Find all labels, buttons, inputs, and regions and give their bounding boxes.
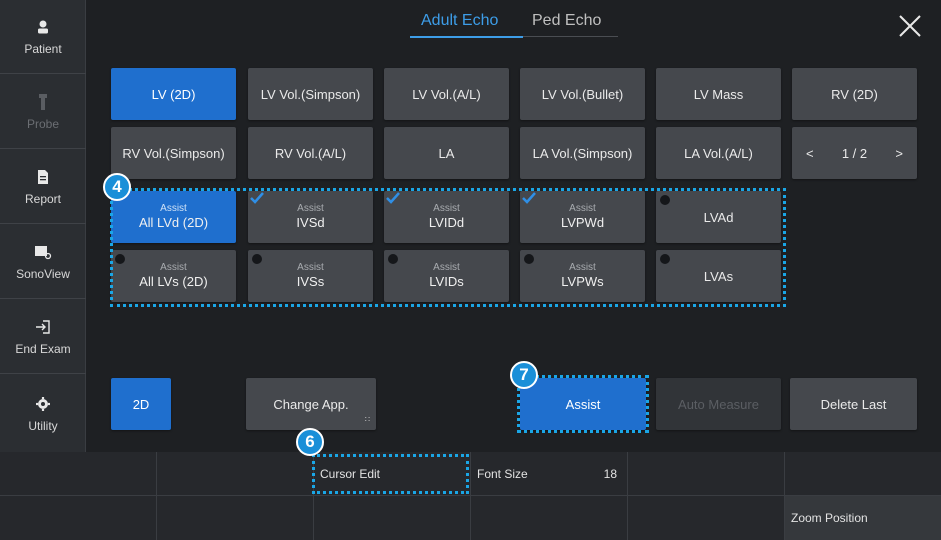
lv-vol-simpson-button[interactable]: LV Vol.(Simpson) xyxy=(248,68,373,120)
soft-key-empty[interactable] xyxy=(157,496,314,540)
probe-icon xyxy=(34,93,52,111)
page-navigator: < 1 / 2 > xyxy=(792,127,917,179)
sidebar-item-label: Report xyxy=(24,191,62,206)
prev-page-button[interactable]: < xyxy=(806,146,814,161)
sidebar-item-patient[interactable]: Patient xyxy=(0,0,86,74)
tab-active-indicator xyxy=(410,36,523,38)
font-size-key[interactable]: Font Size 18 xyxy=(471,452,628,496)
sidebar-item-label: Patient xyxy=(24,41,62,56)
highlight-box-assist xyxy=(517,375,649,433)
person-icon xyxy=(34,18,52,36)
soft-key-empty[interactable] xyxy=(314,496,471,540)
sidebar-item-label: SonoView xyxy=(16,266,70,281)
soft-key-empty[interactable] xyxy=(628,496,785,540)
close-icon[interactable] xyxy=(895,11,925,41)
soft-key-panel: Cursor Edit Font Size 18 Zoom Position xyxy=(0,452,941,540)
la-vol-simpson-button[interactable]: LA Vol.(Simpson) xyxy=(520,127,645,179)
sidebar-item-report[interactable]: Report xyxy=(0,150,86,224)
callout-badge-7: 7 xyxy=(510,361,538,389)
lv-2d-button[interactable]: LV (2D) xyxy=(111,68,236,120)
mode-2d-button[interactable]: 2D xyxy=(111,378,171,430)
exit-icon xyxy=(34,318,52,336)
sidebar-item-probe: Probe xyxy=(0,75,86,149)
la-button[interactable]: LA xyxy=(384,127,509,179)
font-size-value: 18 xyxy=(603,466,617,481)
tab-ped-echo[interactable]: Ped Echo xyxy=(532,12,601,36)
grip-icon: ∷ xyxy=(364,415,370,424)
sidebar-item-label: Probe xyxy=(26,116,60,131)
soft-key-empty[interactable] xyxy=(628,452,785,496)
soft-key-empty[interactable] xyxy=(471,496,628,540)
change-app-label: Change App. xyxy=(273,396,349,412)
lv-vol-bullet-button[interactable]: LV Vol.(Bullet) xyxy=(520,68,645,120)
document-icon xyxy=(34,168,52,186)
sidebar-item-label: Utility xyxy=(28,418,58,433)
sidebar-item-utility[interactable]: Utility xyxy=(0,375,86,452)
soft-key-empty[interactable] xyxy=(0,496,157,540)
zoom-position-label: Zoom Position xyxy=(791,511,868,525)
tab-adult-echo[interactable]: Adult Echo xyxy=(421,12,498,36)
rv-vol-simpson-button[interactable]: RV Vol.(Simpson) xyxy=(111,127,236,179)
soft-key-empty[interactable] xyxy=(785,452,941,496)
soft-key-empty[interactable] xyxy=(0,452,157,496)
delete-last-button[interactable]: Delete Last xyxy=(790,378,917,430)
sidebar-item-end-exam[interactable]: End Exam xyxy=(0,300,86,374)
la-vol-al-button[interactable]: LA Vol.(A/L) xyxy=(656,127,781,179)
lv-mass-button[interactable]: LV Mass xyxy=(656,68,781,120)
lv-vol-al-button[interactable]: LV Vol.(A/L) xyxy=(384,68,509,120)
rv-vol-al-button[interactable]: RV Vol.(A/L) xyxy=(248,127,373,179)
sidebar-item-label: End Exam xyxy=(15,341,71,356)
rv-2d-button[interactable]: RV (2D) xyxy=(792,68,917,120)
callout-badge-6: 6 xyxy=(296,428,324,456)
gear-icon xyxy=(34,395,52,413)
page-indicator: 1 / 2 xyxy=(841,145,868,161)
soft-key-empty[interactable] xyxy=(157,452,314,496)
callout-badge-4: 4 xyxy=(103,173,131,201)
change-app-button[interactable]: Change App. ∷ xyxy=(246,378,376,430)
sidebar-item-sonoview[interactable]: SonoView xyxy=(0,225,86,299)
font-size-label: Font Size xyxy=(477,466,528,481)
highlight-box-cursor-edit xyxy=(312,454,469,494)
sidebar: Patient Probe Report SonoView End Exam U… xyxy=(0,0,86,452)
sonoview-icon xyxy=(34,243,52,261)
next-page-button[interactable]: > xyxy=(895,146,903,161)
zoom-position-key[interactable]: Zoom Position xyxy=(785,496,941,540)
auto-measure-button: Auto Measure xyxy=(656,378,781,430)
highlight-box-assist-group xyxy=(110,188,786,307)
